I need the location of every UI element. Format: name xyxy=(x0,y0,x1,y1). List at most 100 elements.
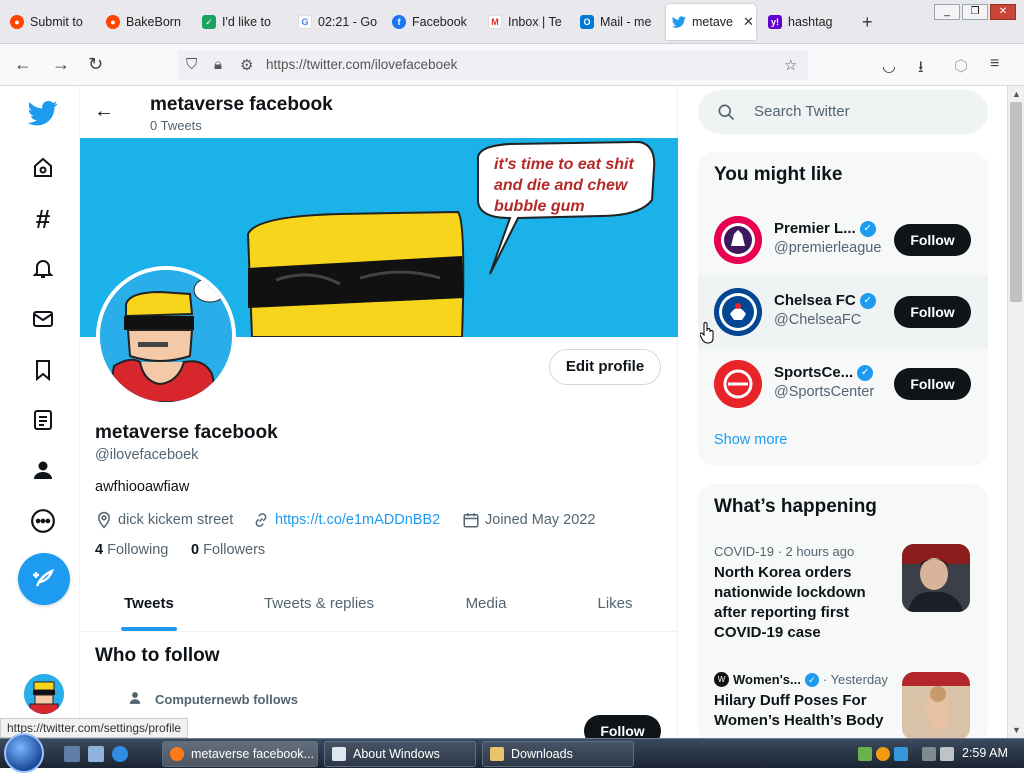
profile-joined: Joined May 2022 xyxy=(462,511,595,529)
verified-badge-icon: ✓ xyxy=(859,220,876,237)
scroll-up-arrow-icon[interactable]: ▲ xyxy=(1008,86,1024,102)
lock-icon[interactable]: 🔒︎ xyxy=(214,56,222,73)
address-bar[interactable]: ⛉ 🔒︎ ⚙ https://twitter.com/ilovefaceboek… xyxy=(178,50,808,80)
browser-tab[interactable]: y! hashtag xyxy=(762,4,854,40)
suggested-account[interactable]: SportsCe... ✓ @SportsCenter Follow xyxy=(698,348,988,420)
verified-badge-icon: ✓ xyxy=(804,672,819,687)
edit-profile-button[interactable]: Edit profile xyxy=(549,349,661,385)
profile-icon[interactable] xyxy=(26,453,60,487)
page-scrollbar[interactable]: ▲ ▼ xyxy=(1007,86,1024,738)
downloads-icon[interactable]: ⭳ xyxy=(918,56,924,83)
bookmarks-icon[interactable] xyxy=(26,353,60,387)
browser-tab-strip: ● Submit to ● BakeBorn ✓ I'd like to G 0… xyxy=(0,0,1024,44)
browser-tab[interactable]: f Facebook xyxy=(386,4,478,40)
browser-tab[interactable]: ✓ I'd like to xyxy=(196,4,288,40)
person-icon xyxy=(129,692,141,704)
taskbar-firefox-window[interactable]: metaverse facebook... xyxy=(162,741,318,767)
show-desktop-icon[interactable] xyxy=(64,746,80,762)
tray-network-icon[interactable] xyxy=(894,747,908,761)
new-tab-icon[interactable]: + xyxy=(862,12,873,33)
taskbar-about-windows[interactable]: About Windows xyxy=(324,741,476,767)
scroll-down-arrow-icon[interactable]: ▼ xyxy=(1008,722,1024,738)
reload-icon[interactable]: ↻ xyxy=(88,54,103,75)
tab-title: 02:21 - Go xyxy=(318,15,378,29)
reddit-icon: ● xyxy=(10,15,24,29)
trend-item[interactable]: COVID-19 · 2 hours ago North Korea order… xyxy=(714,544,894,643)
explore-hashtag-icon[interactable]: # xyxy=(26,202,60,236)
messages-envelope-icon[interactable] xyxy=(26,302,60,336)
chelsea-fc-logo xyxy=(714,288,762,336)
browser-tab[interactable]: M Inbox | Te xyxy=(482,4,574,40)
followers-count: 0 xyxy=(191,542,200,558)
scroll-thumb[interactable] xyxy=(1010,102,1022,302)
yahoo-icon: y! xyxy=(768,15,782,29)
bookmark-star-icon[interactable]: ☆ xyxy=(784,56,797,74)
suggested-account[interactable]: Chelsea FC ✓ @ChelseaFC Follow xyxy=(698,276,988,348)
show-more-link[interactable]: Show more xyxy=(714,432,787,448)
tab-tweets[interactable]: Tweets xyxy=(96,584,202,632)
header-tweet-count: 0 Tweets xyxy=(150,118,202,133)
navigation-toolbar: ← → ↻ ⛉ 🔒︎ ⚙ https://twitter.com/ilovefa… xyxy=(0,44,1024,86)
follow-button[interactable]: Follow xyxy=(894,368,971,400)
close-tab-icon[interactable]: ✕ xyxy=(743,14,754,30)
trend-thumbnail[interactable] xyxy=(902,672,970,738)
who-to-follow-follow-button[interactable]: Follow xyxy=(584,715,661,738)
taskbar-clock[interactable]: 2:59 AM xyxy=(962,746,1008,760)
trend-thumbnail[interactable] xyxy=(902,544,970,612)
more-circle-icon[interactable] xyxy=(26,504,60,538)
start-button[interactable] xyxy=(4,733,44,773)
notifications-bell-icon[interactable] xyxy=(26,252,60,286)
compose-tweet-button[interactable] xyxy=(18,553,70,605)
profile-avatar[interactable] xyxy=(96,266,236,406)
browser-tab[interactable]: ● Submit to xyxy=(4,4,96,40)
switch-windows-icon[interactable] xyxy=(88,746,104,762)
you-might-like-title: You might like xyxy=(714,164,843,185)
tray-display-icon[interactable] xyxy=(922,747,936,761)
trend-time: · Yesterday xyxy=(822,672,888,687)
tab-likes[interactable]: Likes xyxy=(570,584,660,632)
tab-tweets-replies[interactable]: Tweets & replies xyxy=(246,584,392,632)
browser-tab-active[interactable]: metave ✕ xyxy=(666,4,756,40)
back-arrow-icon[interactable]: ← xyxy=(94,100,114,123)
suggested-account-name: Premier L... ✓ xyxy=(774,220,876,237)
internet-explorer-icon[interactable] xyxy=(112,746,128,762)
minimize-icon[interactable]: _ xyxy=(934,4,960,20)
taskbar-downloads[interactable]: Downloads xyxy=(482,741,634,767)
maximize-icon[interactable]: ❐ xyxy=(962,4,988,20)
follow-button[interactable]: Follow xyxy=(894,224,971,256)
browser-tab[interactable]: G 02:21 - Go xyxy=(292,4,384,40)
menu-icon[interactable]: ≡ xyxy=(990,55,999,73)
shield-icon[interactable]: ⛉ xyxy=(186,56,197,73)
home-icon[interactable] xyxy=(26,151,60,185)
extensions-icon[interactable]: ⬡ xyxy=(954,56,968,76)
suggested-account-name: SportsCe... ✓ xyxy=(774,364,874,381)
profile-bio: awfhiooawfiaw xyxy=(95,479,190,495)
tab-media[interactable]: Media xyxy=(440,584,532,632)
tray-app-icon[interactable] xyxy=(858,747,872,761)
back-icon[interactable]: ← xyxy=(14,54,32,75)
browser-tab[interactable]: ● BakeBorn xyxy=(100,4,192,40)
tray-search-icon[interactable] xyxy=(876,747,890,761)
forward-icon[interactable]: → xyxy=(52,54,70,75)
suggested-account[interactable]: Premier L... ✓ @premierleague Follow xyxy=(698,204,988,276)
header-name: metaverse facebook xyxy=(150,94,333,115)
website-link[interactable]: https://t.co/e1mADDnBB2 xyxy=(275,512,440,528)
browser-tab[interactable]: O Mail - me xyxy=(574,4,666,40)
url-text[interactable]: https://twitter.com/ilovefaceboek xyxy=(266,57,457,72)
followers-link[interactable]: 0 Followers xyxy=(191,542,265,558)
whats-happening-card: What’s happening COVID-19 · 2 hours ago … xyxy=(698,484,988,738)
twitter-logo-icon[interactable] xyxy=(26,96,60,130)
trend-item[interactable]: W Women's... ✓ · Yesterday Hilary Duff P… xyxy=(714,672,894,731)
search-input[interactable]: Search Twitter xyxy=(698,90,988,134)
lists-icon[interactable] xyxy=(26,403,60,437)
hand-cursor-icon xyxy=(700,322,714,344)
account-avatar[interactable] xyxy=(24,674,64,714)
permissions-icon[interactable]: ⚙ xyxy=(240,56,253,74)
following-link[interactable]: 4 Following xyxy=(95,542,168,558)
window-controls: _ ❐ ✕ xyxy=(934,4,1016,20)
follow-button[interactable]: Follow xyxy=(894,296,971,328)
close-window-icon[interactable]: ✕ xyxy=(990,4,1016,20)
pocket-icon[interactable]: ◡ xyxy=(882,56,896,76)
volume-muted-icon[interactable] xyxy=(940,747,954,761)
facebook-icon: f xyxy=(392,15,406,29)
